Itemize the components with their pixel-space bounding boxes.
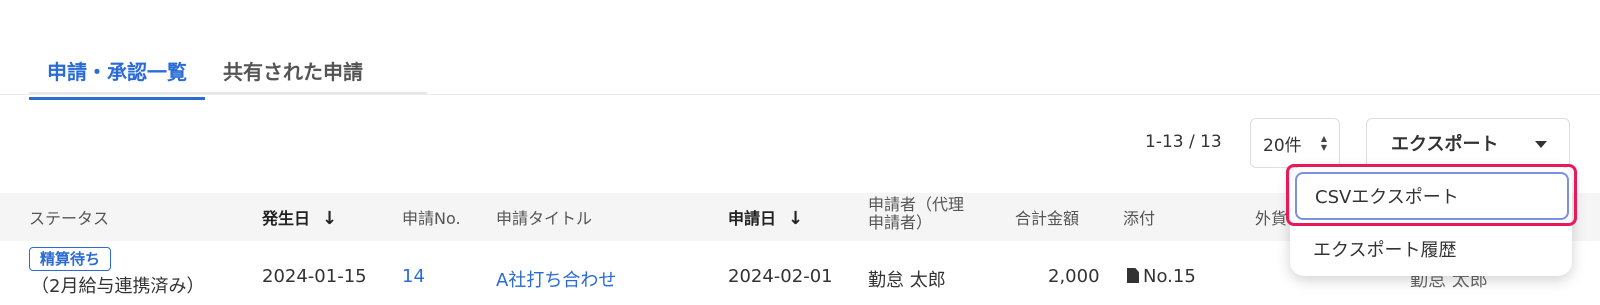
cell-apply-date: 2024-02-01 xyxy=(728,266,833,287)
header-applicant-line2: 申請者） xyxy=(868,213,933,232)
status-note: （2月給与連携済み） xyxy=(31,276,205,297)
cell-applicant: 勤怠 太郎 xyxy=(868,270,946,291)
header-date[interactable]: 発生日 ↓ xyxy=(262,205,337,229)
header-apply-date-label: 申請日 xyxy=(728,209,777,228)
header-applicant-line1: 申請者（代理 xyxy=(868,195,965,214)
export-button-label: エクスポート xyxy=(1391,134,1499,155)
cell-title-link[interactable]: A社打ち合わせ xyxy=(496,266,616,292)
status-badge: 精算待ち xyxy=(29,247,112,271)
header-date-label: 発生日 xyxy=(262,209,311,228)
header-title[interactable]: 申請タイトル xyxy=(496,205,592,229)
chevron-down-icon xyxy=(1535,141,1547,148)
sort-down-icon: ↓ xyxy=(322,208,338,229)
sort-arrows-icon: ▲ ▼ xyxy=(1320,134,1327,152)
divider xyxy=(0,94,1600,95)
csv-export-menu-item[interactable]: CSVエクスポート xyxy=(1295,172,1569,220)
header-attachment: 添付 xyxy=(1123,209,1156,228)
header-foreign-currency: 外貨 xyxy=(1255,209,1288,228)
attachment-label: No.15 xyxy=(1143,266,1196,287)
sort-down-icon: ↓ xyxy=(788,208,804,229)
file-icon xyxy=(1127,268,1139,283)
export-button[interactable]: エクスポート xyxy=(1366,118,1570,168)
header-no[interactable]: 申請No. xyxy=(402,205,461,229)
cell-date: 2024-01-15 xyxy=(262,266,367,287)
per-page-value: 20件 xyxy=(1263,135,1302,156)
export-history-menu-item[interactable]: エクスポート履歴 xyxy=(1313,236,1456,262)
cell-amount: 2,000 xyxy=(1048,266,1100,287)
header-amount[interactable]: 合計金額 xyxy=(1015,205,1079,229)
per-page-select[interactable]: 20件 ▲ ▼ xyxy=(1250,118,1340,168)
cell-application-no-link[interactable]: 14 xyxy=(402,266,425,287)
pagination-count: 1-13 / 13 xyxy=(1145,132,1222,152)
header-status[interactable]: ステータス xyxy=(29,205,109,229)
cell-attachment[interactable]: No.15 xyxy=(1127,266,1196,287)
header-apply-date[interactable]: 申請日 ↓ xyxy=(728,205,803,229)
header-applicant[interactable]: 申請者（代理 申請者） xyxy=(868,196,964,232)
